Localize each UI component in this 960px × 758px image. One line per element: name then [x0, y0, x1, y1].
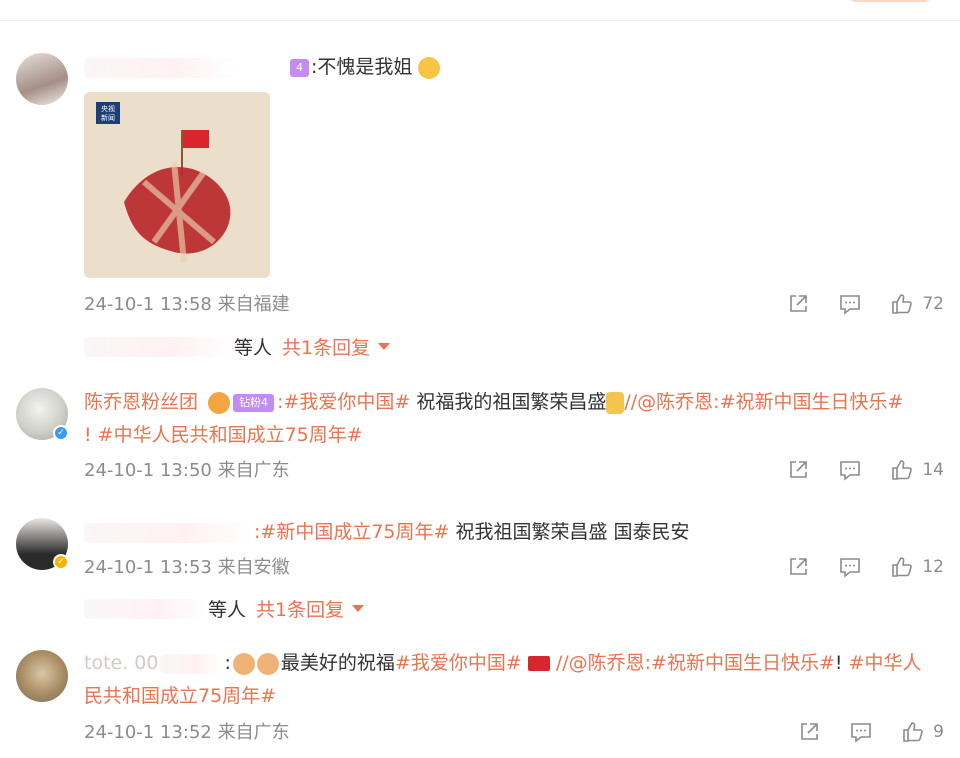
comment-text: :不愧是我姐: [311, 56, 413, 78]
like-count: 9: [933, 722, 944, 742]
fan-group-icon: [208, 391, 231, 414]
comment-icon: [840, 295, 861, 315]
like-count: 14: [922, 460, 944, 480]
view-replies-label: 共1条回复: [256, 599, 345, 621]
china-flag-icon: [527, 656, 550, 671]
like-count: 72: [922, 294, 944, 314]
hashtag-link[interactable]: :#我爱你中国#: [277, 391, 410, 413]
comment-text: :: [224, 652, 231, 674]
share-icon: [790, 461, 808, 478]
comment-button[interactable]: [838, 292, 862, 316]
reply-summary: 等人 共1条回复: [84, 595, 365, 622]
comment-line: 4:不愧是我姐: [84, 51, 936, 83]
username-blurred: [160, 653, 223, 674]
comment-username[interactable]: tote. 00: [84, 652, 158, 674]
like-icon: [903, 722, 924, 742]
like-icon: [892, 294, 913, 314]
comment-actions: 9: [797, 720, 944, 744]
image-badge-line: 新闻: [101, 113, 115, 122]
like-count: 12: [922, 557, 944, 577]
hashtag-link[interactable]: :#新中国成立75周年#: [254, 521, 449, 543]
comment-line: tote. 00: 最美好的祝福#我爱你中国# //@陈乔恩:#祝新中国生日快乐#…: [84, 647, 936, 713]
comment-icon: [851, 723, 871, 743]
share-button[interactable]: [786, 458, 810, 482]
divider: [0, 20, 960, 21]
thumbs-up-emoji-icon: [606, 391, 625, 414]
username-blurred[interactable]: [84, 522, 254, 543]
comment-time: 24-10-1 13:58: [84, 294, 212, 315]
comment-image[interactable]: 央视 新闻: [84, 92, 270, 278]
comment-text: 最美好的祝福: [280, 652, 395, 674]
comment-meta: 24-10-1 13:50 来自广东: [84, 456, 290, 482]
reply-users-blurred: [84, 336, 234, 357]
view-replies-button[interactable]: 共1条回复: [256, 595, 365, 622]
like-icon: [892, 557, 913, 577]
like-icon: [892, 460, 913, 480]
comment-button[interactable]: [838, 458, 862, 482]
mention-link[interactable]: //@陈乔恩:#祝新中国生日快乐#: [624, 391, 903, 413]
comment-actions: 12: [786, 555, 944, 579]
avatar[interactable]: [16, 650, 68, 702]
like-button[interactable]: 9: [901, 720, 944, 744]
like-button[interactable]: 72: [890, 292, 944, 316]
fan-level-badge: 4: [290, 58, 309, 77]
image-badge-line: 央视: [101, 104, 115, 113]
reply-users-suffix: 等人: [234, 337, 273, 359]
share-button[interactable]: [786, 292, 810, 316]
like-button[interactable]: 12: [890, 555, 944, 579]
comment-button[interactable]: [838, 555, 862, 579]
comment-location: 来自广东: [217, 460, 290, 481]
comment-text: !: [834, 652, 843, 674]
comment-line: :#新中国成立75周年# 祝我祖国繁荣昌盛 国泰民安: [84, 516, 936, 548]
comment-location: 来自安徽: [217, 557, 290, 578]
chevron-down-icon: [352, 605, 365, 612]
comment-text: !: [84, 424, 92, 446]
share-button[interactable]: [797, 720, 821, 744]
fist-emoji-icon: [232, 652, 255, 675]
comment-time: 24-10-1 13:52: [84, 722, 212, 743]
comment-icon: [840, 558, 861, 578]
comment-actions: 14: [786, 458, 944, 482]
comment-text: 祝福我的祖国繁荣昌盛: [410, 391, 607, 413]
reply-users-blurred: [84, 598, 208, 619]
comment-meta: 24-10-1 13:58 来自福建: [84, 290, 290, 316]
view-replies-label: 共1条回复: [282, 337, 371, 359]
share-icon: [790, 295, 808, 312]
comment-location: 来自福建: [217, 294, 290, 315]
share-icon: [801, 723, 818, 740]
comment-text: 祝我祖国繁荣昌盛 国泰民安: [449, 521, 690, 543]
mention-link[interactable]: //@陈乔恩:#祝新中国生日快乐#: [556, 652, 835, 674]
comment-line: 陈乔恩粉丝团 钻粉4:#我爱你中国# 祝福我的祖国繁荣昌盛 //@陈乔恩:#祝新中…: [84, 386, 936, 452]
comment-time: 24-10-1 13:50: [84, 460, 212, 481]
username-blurred[interactable]: [84, 57, 234, 78]
fist-emoji-icon: [256, 652, 279, 675]
like-button[interactable]: 14: [890, 458, 944, 482]
comment-time: 24-10-1 13:53: [84, 557, 212, 578]
share-button[interactable]: [786, 555, 810, 579]
celebration-image-icon: 央视 新闻: [84, 92, 270, 278]
comment-button[interactable]: [849, 720, 873, 744]
comment-location: 来自广东: [217, 722, 290, 743]
avatar[interactable]: [16, 53, 68, 105]
comment-actions: 72: [786, 292, 944, 316]
hashtag-link[interactable]: #我爱你中国#: [395, 652, 522, 674]
comment-icon: [840, 461, 861, 481]
comment-meta: 24-10-1 13:53 来自安徽: [84, 553, 290, 579]
chevron-down-icon: [378, 343, 391, 350]
grin-emoji-icon: [418, 56, 441, 79]
hashtag-link[interactable]: #中华人民共和国成立75周年#: [98, 424, 363, 446]
reply-summary: 等人 共1条回复: [84, 333, 391, 360]
comment-meta: 24-10-1 13:52 来自广东: [84, 718, 290, 744]
top-action-pill[interactable]: [848, 0, 932, 2]
view-replies-button[interactable]: 共1条回复: [282, 333, 391, 360]
fan-level-badge: 钻粉4: [233, 393, 275, 412]
verified-badge-icon: ✓: [53, 554, 69, 570]
share-icon: [790, 558, 808, 575]
comment-username[interactable]: 陈乔恩粉丝团: [84, 391, 198, 413]
reply-users-suffix: 等人: [208, 599, 247, 621]
verified-badge-icon: ✓: [53, 425, 69, 441]
